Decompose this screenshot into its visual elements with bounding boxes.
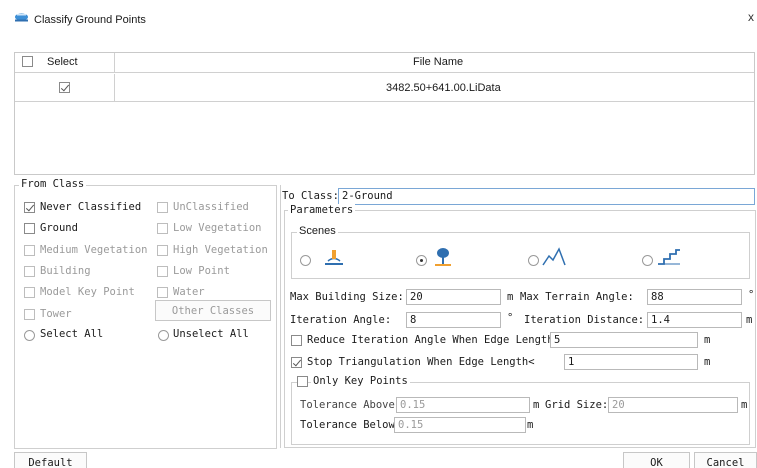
- reduce-iteration-label[interactable]: Reduce Iteration Angle When Edge Length<: [307, 334, 560, 346]
- from-class-checkbox[interactable]: [24, 287, 35, 298]
- select-all-radio[interactable]: [24, 330, 35, 341]
- grid-size-unit: m: [741, 399, 748, 411]
- grid-size-input[interactable]: 20: [608, 397, 738, 413]
- from-class-checkbox[interactable]: [24, 245, 35, 256]
- from-class-label[interactable]: Never Classified: [40, 201, 141, 213]
- only-key-points-label[interactable]: Only Key Points: [311, 375, 410, 387]
- from-class-checkbox[interactable]: [24, 223, 35, 234]
- iteration-distance-input[interactable]: 1.4: [647, 312, 742, 328]
- tolerance-below-unit: m: [527, 419, 534, 431]
- table-row[interactable]: 3482.50+641.00.LiData: [15, 74, 754, 102]
- from-class-label[interactable]: Model Key Point: [40, 286, 135, 298]
- app-icon: [14, 12, 29, 27]
- tree-icon[interactable]: [432, 245, 454, 270]
- column-header-file-name: File Name: [413, 56, 464, 68]
- ok-button[interactable]: OK: [623, 452, 690, 468]
- stop-triangulation-checkbox[interactable]: [291, 357, 302, 368]
- file-table: Select File Name 3482.50+641.00.LiData: [14, 52, 755, 175]
- parameters-legend: Parameters: [288, 204, 356, 216]
- max-terrain-angle-label: Max Terrain Angle:: [520, 291, 634, 303]
- iteration-distance-unit: m: [746, 314, 753, 326]
- grid-size-label: Grid Size:: [545, 399, 609, 411]
- max-building-size-label: Max Building Size:: [290, 291, 404, 303]
- max-building-size-input[interactable]: 20: [406, 289, 501, 305]
- max-terrain-angle-unit: °: [748, 289, 755, 301]
- select-all-files-checkbox[interactable]: [22, 56, 33, 67]
- from-class-label[interactable]: Tower: [40, 308, 72, 320]
- reduce-iteration-checkbox[interactable]: [291, 335, 302, 346]
- from-class-label[interactable]: High Vegetation: [173, 244, 268, 256]
- from-class-checkbox[interactable]: [24, 202, 35, 213]
- stop-triangulation-unit: m: [704, 356, 711, 368]
- from-class-label[interactable]: Low Point: [173, 265, 230, 277]
- tolerance-below-label: Tolerance Below: [300, 419, 395, 431]
- from-class-label[interactable]: Ground: [40, 222, 78, 234]
- from-class-legend: From Class: [19, 178, 87, 190]
- from-class-checkbox[interactable]: [157, 266, 168, 277]
- tolerance-above-unit: m: [533, 399, 540, 411]
- file-name-cell: 3482.50+641.00.LiData: [386, 82, 501, 94]
- tolerance-above-label: Tolerance Above: [300, 399, 395, 411]
- column-header-select: Select: [47, 56, 78, 68]
- from-class-label[interactable]: Medium Vegetation: [40, 244, 147, 256]
- default-button[interactable]: Default: [14, 452, 87, 468]
- from-class-checkbox[interactable]: [24, 309, 35, 320]
- close-button[interactable]: x: [748, 10, 754, 24]
- scene-radio-tree[interactable]: [416, 255, 427, 266]
- unselect-all-label[interactable]: Unselect All: [173, 328, 249, 340]
- scene-radio-stairs[interactable]: [642, 255, 653, 266]
- window-title: Classify Ground Points: [34, 13, 146, 26]
- max-building-size-unit: m: [507, 291, 514, 303]
- row-select-checkbox[interactable]: [59, 82, 70, 93]
- mountain-icon[interactable]: [542, 247, 570, 270]
- max-terrain-angle-input[interactable]: 88: [647, 289, 742, 305]
- other-classes-button[interactable]: Other Classes: [155, 300, 271, 321]
- scene-radio-flat[interactable]: [300, 255, 311, 266]
- cancel-button[interactable]: Cancel: [694, 452, 757, 468]
- from-class-label[interactable]: Building: [40, 265, 91, 277]
- from-class-label[interactable]: Low Vegetation: [173, 222, 262, 234]
- select-all-label[interactable]: Select All: [40, 328, 103, 340]
- reduce-iteration-unit: m: [704, 334, 711, 346]
- scene-radio-mountain[interactable]: [528, 255, 539, 266]
- stairs-icon[interactable]: [656, 248, 682, 269]
- title-bar: Classify Ground Points: [14, 12, 146, 27]
- scenes-legend: Scenes: [297, 225, 338, 237]
- iteration-angle-unit: °: [507, 312, 514, 324]
- from-class-checkbox[interactable]: [157, 287, 168, 298]
- table-header: Select File Name: [15, 53, 754, 73]
- iteration-distance-label: Iteration Distance:: [524, 314, 645, 326]
- to-class-label: To Class:: [282, 190, 339, 202]
- flat-terrain-icon[interactable]: [323, 247, 345, 270]
- only-key-points-group: [291, 382, 750, 445]
- stop-triangulation-input[interactable]: 1: [564, 354, 698, 370]
- from-class-checkbox[interactable]: [157, 223, 168, 234]
- from-class-checkbox[interactable]: [157, 245, 168, 256]
- only-key-points-checkbox[interactable]: [297, 376, 308, 387]
- iteration-angle-label: Iteration Angle:: [290, 314, 392, 326]
- iteration-angle-input[interactable]: 8: [406, 312, 501, 328]
- tolerance-above-input[interactable]: 0.15: [396, 397, 530, 413]
- from-class-checkbox[interactable]: [157, 202, 168, 213]
- to-class-select[interactable]: 2-Ground: [338, 188, 755, 205]
- from-class-label[interactable]: Water: [173, 286, 205, 298]
- stop-triangulation-label[interactable]: Stop Triangulation When Edge Length<: [307, 356, 535, 368]
- reduce-iteration-input[interactable]: 5: [550, 332, 698, 348]
- unselect-all-radio[interactable]: [158, 330, 169, 341]
- from-class-checkbox[interactable]: [24, 266, 35, 277]
- from-class-label[interactable]: UnClassified: [173, 201, 249, 213]
- tolerance-below-input[interactable]: 0.15: [394, 417, 526, 433]
